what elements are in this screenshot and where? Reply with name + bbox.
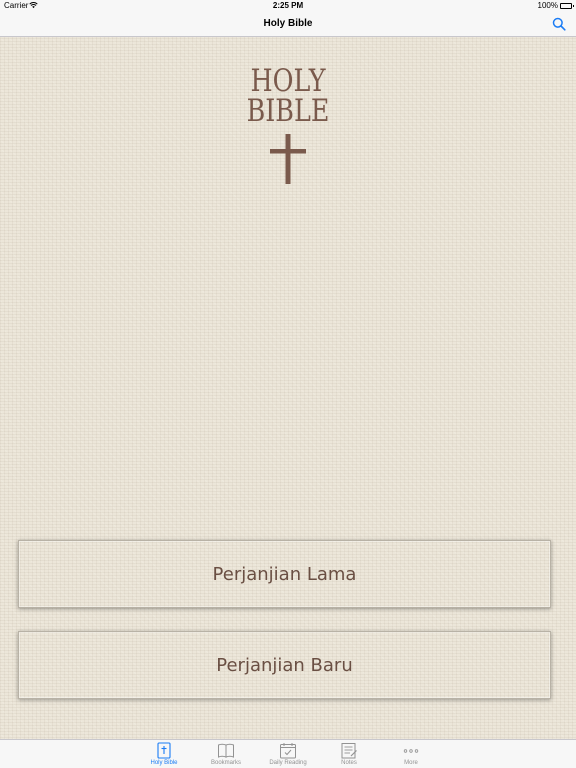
tab-label: Notes: [341, 760, 357, 766]
page-title: Holy Bible: [263, 18, 313, 29]
tab-label: Daily Reading: [269, 760, 307, 766]
new-testament-button[interactable]: Perjanjian Baru: [18, 631, 551, 699]
more-dots-icon: [403, 749, 419, 753]
logo-line-bible: BIBLE: [246, 93, 330, 129]
tab-bar: Holy Bible Bookmarks Daily Reading Notes: [0, 739, 576, 768]
tab-holy-bible[interactable]: Holy Bible: [134, 740, 194, 768]
bible-icon: [157, 742, 171, 759]
open-book-icon: [218, 743, 234, 758]
tab-daily-reading[interactable]: Daily Reading: [258, 740, 318, 768]
tab-label: Bookmarks: [210, 760, 241, 766]
cross-icon: [270, 134, 306, 184]
logo-line-holy: HOLY: [250, 63, 326, 99]
tab-notes[interactable]: Notes: [319, 740, 379, 768]
calendar-check-icon: [280, 743, 296, 759]
tab-label: More: [404, 760, 418, 766]
status-bar: Carrier 2:25 PM 100%: [0, 0, 576, 12]
search-icon[interactable]: [552, 17, 566, 31]
battery-percentage: 100%: [537, 1, 558, 10]
old-testament-button[interactable]: Perjanjian Lama: [18, 540, 551, 608]
navigation-bar: Holy Bible: [0, 12, 576, 37]
tab-bookmarks[interactable]: Bookmarks: [196, 740, 256, 768]
tab-more[interactable]: More: [381, 740, 441, 768]
battery-icon: [560, 3, 574, 9]
tab-label: Holy Bible: [150, 760, 178, 766]
notepad-icon: [341, 743, 357, 759]
holy-bible-logo: HOLY BIBLE: [0, 63, 576, 129]
status-time: 2:25 PM: [272, 1, 304, 10]
